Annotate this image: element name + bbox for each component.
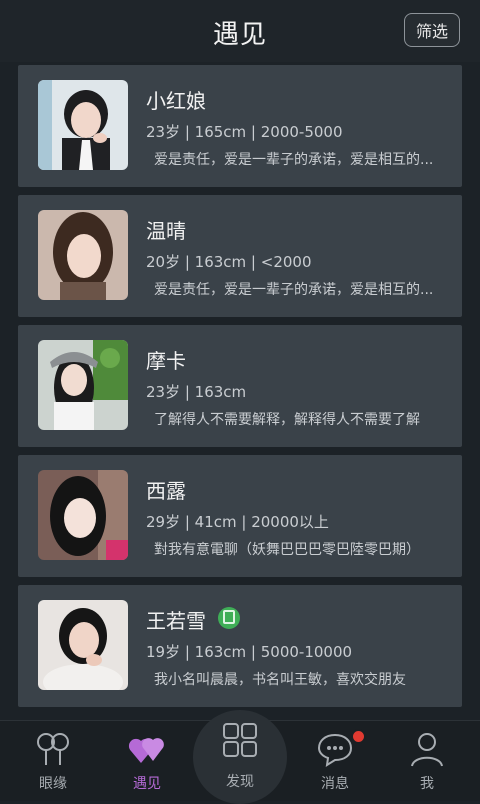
- profile-name: 摩卡: [146, 349, 186, 373]
- profile-card[interactable]: 西露 29岁 | 41cm | 20000以上 對我有意電聊（妖舞巴巴巴零巴陸零…: [18, 455, 462, 577]
- profile-list[interactable]: 小红娘 23岁 | 165cm | 2000-5000 爱是责任，爱是一辈子的承…: [0, 62, 480, 720]
- tab-eye-contact[interactable]: 眼缘: [5, 721, 101, 801]
- eye-contact-icon: [33, 729, 73, 769]
- tab-label: 眼缘: [39, 776, 67, 792]
- grid-icon: [220, 720, 260, 760]
- profile-meta: 23岁 | 163cm: [146, 383, 247, 401]
- profile-description: 爱是责任，爱是一辈子的承诺，爱是相互的...: [154, 152, 434, 168]
- hearts-icon: [127, 729, 167, 769]
- tab-meet[interactable]: 遇见: [99, 721, 195, 801]
- profile-description: 我小名叫晨晨，书名叫王敏，喜欢交朋友: [154, 672, 406, 688]
- tab-discover[interactable]: 发现: [193, 710, 287, 804]
- profile-name: 小红娘: [146, 89, 206, 113]
- profile-name: 温晴: [146, 219, 186, 243]
- top-bar: 遇见 筛选: [0, 0, 480, 63]
- profile-card[interactable]: 王若雪 19岁 | 163cm | 5000-10000 我小名叫晨晨，书名叫王…: [18, 585, 462, 707]
- profile-name: 王若雪: [146, 609, 206, 633]
- profile-meta: 29岁 | 41cm | 20000以上: [146, 513, 329, 531]
- tab-label: 遇见: [133, 776, 161, 792]
- profile-card[interactable]: 温晴 20岁 | 163cm | <2000 爱是责任，爱是一辈子的承诺，爱是相…: [18, 195, 462, 317]
- avatar[interactable]: [38, 600, 128, 690]
- profile-description: 對我有意電聊（妖舞巴巴巴零巴陸零巴期）: [154, 542, 420, 558]
- tab-me[interactable]: 我: [379, 721, 475, 801]
- chat-bubble-icon: [315, 729, 355, 769]
- profile-card[interactable]: 摩卡 23岁 | 163cm 了解得人不需要解释，解释得人不需要了解: [18, 325, 462, 447]
- filter-button[interactable]: 筛选: [404, 13, 460, 47]
- avatar[interactable]: [38, 340, 128, 430]
- avatar[interactable]: [38, 80, 128, 170]
- tab-label: 我: [420, 776, 434, 792]
- verified-badge-icon: [218, 607, 240, 629]
- avatar[interactable]: [38, 470, 128, 560]
- person-icon: [407, 729, 447, 769]
- tab-label: 发现: [226, 774, 254, 790]
- profile-description: 爱是责任，爱是一辈子的承诺，爱是相互的...: [154, 282, 434, 298]
- profile-card[interactable]: 小红娘 23岁 | 165cm | 2000-5000 爱是责任，爱是一辈子的承…: [18, 65, 462, 187]
- avatar[interactable]: [38, 210, 128, 300]
- profile-meta: 20岁 | 163cm | <2000: [146, 253, 312, 271]
- tab-label: 消息: [321, 776, 349, 792]
- profile-meta: 23岁 | 165cm | 2000-5000: [146, 123, 343, 141]
- profile-meta: 19岁 | 163cm | 5000-10000: [146, 643, 353, 661]
- profile-description: 了解得人不需要解释，解释得人不需要了解: [154, 412, 420, 428]
- tab-messages[interactable]: 消息: [287, 721, 383, 801]
- notification-dot: [351, 729, 366, 744]
- profile-name: 西露: [146, 479, 186, 503]
